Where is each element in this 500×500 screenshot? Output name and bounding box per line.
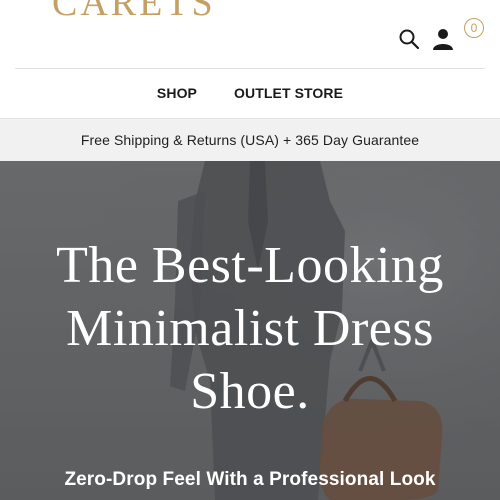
account-icon[interactable] — [432, 27, 454, 51]
cart-icon[interactable]: 0 — [464, 18, 484, 38]
announcement-text: Free Shipping & Returns (USA) + 365 Day … — [80, 132, 420, 148]
nav-shop[interactable]: SHOP — [157, 83, 197, 103]
hero-headline: The Best-Looking Minimalist Dress Shoe. — [56, 237, 444, 420]
nav-outlet-store[interactable]: OUTLET STORE — [234, 83, 343, 103]
hero-banner: The Best-Looking Minimalist Dress Shoe. … — [0, 161, 500, 500]
search-icon[interactable] — [398, 28, 420, 50]
header-icons: 0 — [390, 18, 500, 58]
announcement-bar: Free Shipping & Returns (USA) + 365 Day … — [0, 118, 500, 161]
brand-logo[interactable]: CARETS — [52, 0, 216, 22]
cart-count: 0 — [470, 21, 478, 35]
site-header: CARETS 0 SHOP OUTLET STORE — [0, 0, 500, 118]
main-nav: SHOP OUTLET STORE — [0, 83, 500, 103]
hero-subheadline: Zero-Drop Feel With a Professional Look — [64, 469, 436, 490]
header-divider — [15, 68, 485, 69]
